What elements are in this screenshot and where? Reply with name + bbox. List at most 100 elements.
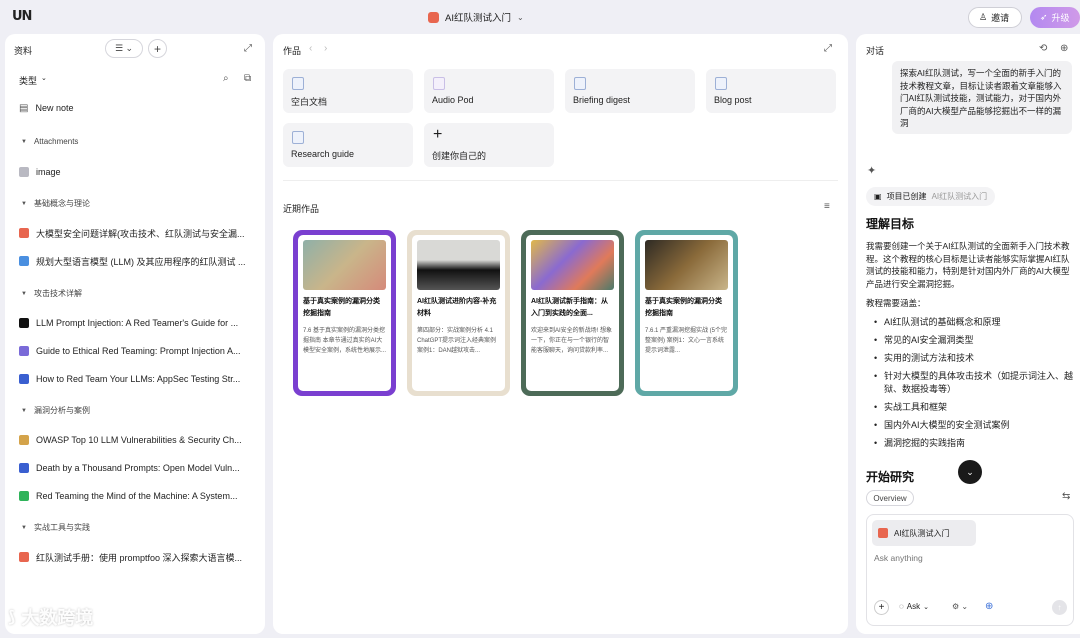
chevron-left-icon[interactable]: ‹ — [309, 44, 312, 54]
work-title: AI红队测试进阶内容-补充材料 — [417, 298, 497, 317]
document-icon — [574, 77, 586, 90]
source-icon — [19, 491, 29, 501]
new-note-item[interactable]: ▤ New note — [19, 101, 259, 115]
work-card[interactable]: 基于真实案例的漏洞分类挖掘指南 7.6.1 严重漏洞挖掘实战 (5个完整案例) 案… — [635, 230, 738, 396]
scroll-down-button[interactable]: ⌄ — [958, 460, 982, 484]
plus-icon: + — [153, 41, 161, 56]
source-label: image — [36, 167, 61, 177]
overview-tab[interactable]: Overview — [866, 490, 914, 506]
user-message-text: 探索AI红队测试，写一个全面的新手入门的技术教程文章，目标让读者跟着文章能够入门… — [900, 68, 1062, 128]
source-item[interactable]: Red Teaming the Mind of the Machine: A S… — [19, 489, 259, 503]
watermark-logo-icon: ⟆ — [8, 609, 16, 626]
user-message: 探索AI红队测试，写一个全面的新手入门的技术教程文章，目标让读者跟着文章能够入门… — [892, 61, 1072, 134]
bullet-item: 针对大模型的具体攻击技术（如提示词注入、越狱、数据投毒等） — [868, 370, 1073, 396]
work-card[interactable]: AI红队测试进阶内容-补充材料第四部分：实战案例分析 4.1 ChatGPT提示… — [407, 230, 510, 396]
app-logo[interactable]: UN — [12, 9, 32, 24]
upgrade-button[interactable]: ➶ 升级 — [1030, 7, 1080, 28]
copy-icon[interactable]: ⧉ — [244, 74, 251, 84]
history-icon[interactable]: ⟲ — [1039, 44, 1047, 54]
search-icon[interactable]: ⌕ — [223, 74, 229, 84]
source-item[interactable]: How to Red Team Your LLMs: AppSec Testin… — [19, 372, 259, 386]
bullet-item: 漏洞挖掘的实践指南 — [868, 437, 1073, 450]
source-item[interactable]: OWASP Top 10 LLM Vulnerabilities & Secur… — [19, 433, 259, 447]
template-card[interactable]: Audio Pod — [424, 69, 554, 113]
source-item[interactable]: LLM Prompt Injection: A Red Teamer's Gui… — [19, 316, 259, 330]
source-label: LLM Prompt Injection: A Red Teamer's Gui… — [36, 318, 239, 328]
project-created-chip[interactable]: ▣ 项目已创建 AI红队测试入门 — [866, 187, 996, 206]
divider — [283, 180, 838, 181]
add-source-button[interactable]: + — [148, 39, 167, 58]
source-item[interactable]: 规划大型语言模型 (LLM) 及其应用程序的红队测试 ... — [19, 254, 259, 268]
template-card[interactable]: Briefing digest — [565, 69, 695, 113]
group-header[interactable]: ▼ 攻击技术详解 — [21, 288, 82, 299]
globe-icon[interactable]: ⊕ — [985, 601, 993, 612]
invite-button[interactable]: ♙ 邀请 — [968, 7, 1022, 28]
expand-icon[interactable]: ⤢ — [244, 44, 252, 54]
source-label: How to Red Team Your LLMs: AppSec Testin… — [36, 374, 241, 384]
chat-input[interactable] — [874, 553, 1064, 563]
project-name-label: AI红队测试入门 — [931, 192, 988, 201]
source-label: Death by a Thousand Prompts: Open Model … — [36, 463, 240, 473]
paragraph: 教程需要涵盖： — [866, 298, 926, 308]
template-label: 创建你自己的 — [432, 151, 487, 161]
template-label: Audio Pod — [432, 95, 474, 105]
recent-works-title: 近期作品 — [283, 204, 320, 214]
ask-mode-dropdown[interactable]: ◌ Ask ⌄ — [899, 602, 929, 611]
work-card[interactable]: 基于真实案例的漏洞分类挖掘指南 7.6 基于真实案例的漏洞分类挖掘指南 本章节通过… — [293, 230, 396, 396]
work-card[interactable]: AI红队测试新手指南：从入门到实践的全面... 欢迎来到AI安全的新战场! 想象一… — [521, 230, 624, 396]
group-header[interactable]: ▼ Attachments — [21, 137, 78, 146]
new-chat-icon[interactable]: ⊕ — [1060, 44, 1068, 54]
project-icon — [878, 528, 888, 538]
document-icon — [715, 77, 727, 90]
work-excerpt: 7.6 基于真实案例的漏洞分类挖掘指南 本章节通过真实的AI大模型安全案例，系统… — [303, 328, 386, 354]
source-icon — [19, 167, 29, 177]
send-button[interactable]: ↑ — [1052, 600, 1067, 615]
source-item[interactable]: 红队测试手册：使用 promptfoo 深入探索大语言模... — [19, 550, 259, 564]
group-header[interactable]: ▼ 实战工具与实践 — [21, 522, 90, 533]
group-header[interactable]: ▼ 漏洞分析与案例 — [21, 405, 90, 416]
work-thumbnail — [303, 240, 386, 290]
plus-icon: + — [878, 602, 885, 613]
group-label: Attachments — [33, 137, 79, 146]
chevron-right-icon[interactable]: › — [324, 44, 327, 54]
context-chip-label: AI红队测试入门 — [894, 528, 950, 538]
work-excerpt: 第四部分：实战案例分析 4.1 ChatGPT提示词注入经典案例 案例1：DAN… — [417, 328, 497, 354]
work-thumbnail — [417, 240, 500, 290]
settings-icon[interactable]: ⇆ — [1062, 492, 1070, 502]
group-label: 漏洞分析与案例 — [33, 406, 90, 415]
model-dropdown[interactable]: ⚙ ⌄ — [952, 602, 968, 611]
template-label: Research guide — [291, 149, 355, 159]
source-item[interactable]: Death by a Thousand Prompts: Open Model … — [19, 461, 259, 475]
group-header[interactable]: ▼ 基础概念与理论 — [21, 198, 90, 209]
work-excerpt: 欢迎来到AI安全的新战场! 想象一下，你正在与一个银行的智能客服聊天，询问贷款利… — [531, 328, 613, 354]
source-item[interactable]: Guide to Ethical Red Teaming: Prompt Inj… — [19, 344, 259, 358]
group-label: 攻击技术详解 — [33, 289, 82, 298]
panel-title: 作品 — [283, 46, 302, 56]
view-toggle-button[interactable]: ☰ ⌄ — [105, 39, 143, 58]
group-label: 基础概念与理论 — [33, 199, 90, 208]
caret-down-icon: ▼ — [21, 407, 27, 414]
attach-button[interactable]: + — [874, 600, 889, 615]
filter-icon[interactable]: ≡ — [824, 202, 830, 212]
group-label: 实战工具与实践 — [33, 523, 90, 532]
note-icon: ▤ — [19, 102, 29, 114]
source-icon — [19, 374, 29, 384]
template-card[interactable]: + 创建你自己的 — [424, 123, 554, 167]
source-icon — [19, 552, 29, 562]
template-label: Briefing digest — [573, 95, 631, 105]
upgrade-label: 升级 — [1051, 13, 1070, 23]
context-chip[interactable]: AI红队测试入门 — [872, 520, 976, 546]
template-card[interactable]: 空白文档 — [283, 69, 413, 113]
list-icon: ☰ ⌄ — [114, 43, 134, 53]
watermark-text: 大数跨境 — [21, 608, 94, 628]
new-note-label: New note — [35, 103, 74, 113]
source-item[interactable]: 大模型安全问题详解(攻击技术、红队测试与安全漏... — [19, 226, 259, 240]
bullet-item: 实用的测试方法和技术 — [868, 352, 1073, 365]
document-icon — [433, 77, 445, 90]
project-title-dropdown[interactable]: AI红队测试入门 ⌄ — [428, 10, 524, 24]
type-filter-dropdown[interactable]: 类型 ⌄ — [19, 74, 47, 87]
source-item[interactable]: image — [19, 165, 259, 179]
template-card[interactable]: Blog post — [706, 69, 836, 113]
expand-icon[interactable]: ⤢ — [824, 44, 832, 54]
template-card[interactable]: Research guide — [283, 123, 413, 167]
